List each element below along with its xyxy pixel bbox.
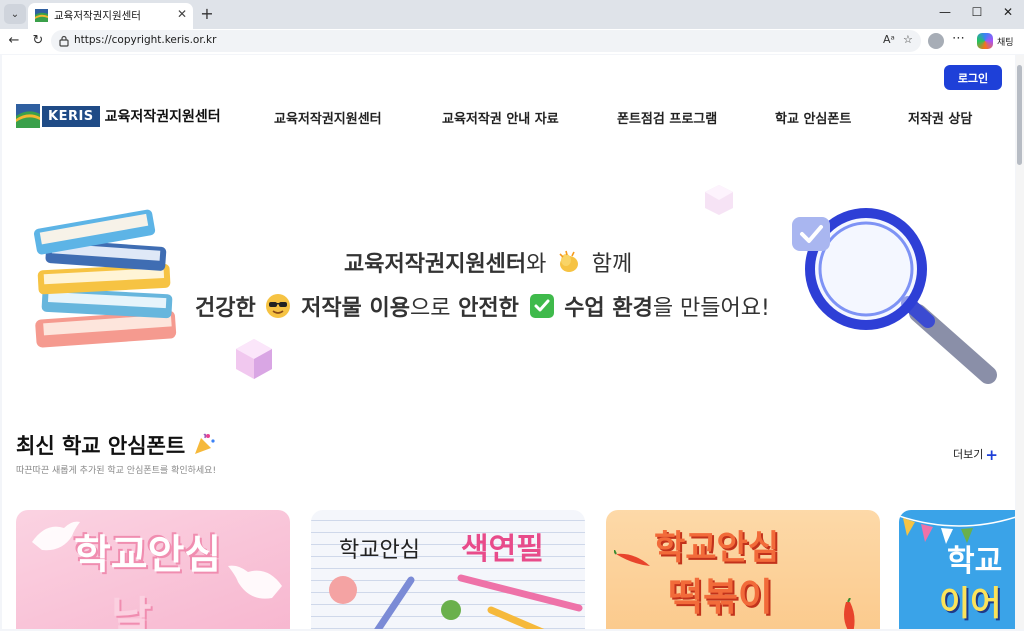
- clapping-hands-icon: [559, 250, 579, 272]
- profile-avatar-icon[interactable]: [928, 33, 944, 49]
- hero-safe: 안전한: [458, 296, 519, 321]
- nav-item-consult[interactable]: 저작권 상담: [908, 108, 972, 127]
- browser-toolbar: ← ↻ https://copyright.keris.or.kr Aᵃ ☆ ⋯…: [0, 29, 1024, 54]
- site-logo[interactable]: KERIS 교육저작권지원센터: [16, 103, 221, 129]
- chat-label[interactable]: 채팅: [997, 35, 1014, 48]
- tab-strip: ⌄ 교육저작권지원센터 ✕ + — ☐ ✕: [0, 0, 1024, 29]
- plus-icon[interactable]: +: [985, 446, 998, 464]
- hero-with: 와: [526, 252, 547, 277]
- card-1-title: 학교안심: [74, 532, 222, 578]
- nav-item-safe-font[interactable]: 학교 안심폰트: [775, 108, 851, 127]
- crayons-illustration: [329, 574, 583, 629]
- minimize-button[interactable]: —: [935, 5, 955, 19]
- logo-text: 교육저작권지원센터: [104, 109, 221, 125]
- nav-item-center[interactable]: 교육저작권지원센터: [274, 108, 382, 127]
- section-title-text: 최신 학교 안심폰트: [16, 434, 186, 458]
- tab-close-icon[interactable]: ✕: [177, 7, 187, 21]
- tab-title: 교육저작권지원센터: [54, 10, 141, 22]
- maximize-button[interactable]: ☐: [967, 5, 987, 19]
- keris-favicon-icon: [35, 9, 48, 22]
- section-title: 최신 학교 안심폰트: [16, 430, 217, 460]
- chili-pepper-icon: [844, 598, 855, 629]
- nav-item-guide[interactable]: 교육저작권 안내 자료: [442, 108, 559, 127]
- chili-pepper-icon: [614, 550, 650, 566]
- magnifier-illustration: [792, 208, 997, 384]
- address-bar[interactable]: https://copyright.keris.or.kr Aᵃ ☆: [51, 30, 921, 52]
- font-card-4[interactable]: 학교 이어: [899, 510, 1015, 629]
- back-arrow-icon[interactable]: ←: [4, 31, 24, 51]
- scrollbar-thumb[interactable]: [1017, 65, 1022, 165]
- hero-brand: 교육저작권지원센터: [344, 252, 527, 277]
- gem-decoration-icon: [236, 339, 272, 379]
- hero-class-env: 수업 환경: [564, 296, 653, 321]
- dove-illustration: [228, 565, 282, 599]
- hero-line-2: 건강한 저작물 이용으로 안전한 수업 환경을 만들어요!: [195, 290, 770, 322]
- font-card-1[interactable]: 학교안심 날: [16, 510, 290, 629]
- tab-list-chevron-icon[interactable]: ⌄: [4, 4, 26, 24]
- party-popper-icon: [194, 433, 215, 454]
- copilot-icon[interactable]: [977, 33, 993, 49]
- web-page: 로그인 KERIS 교육저작권지원센터 교육저작권지원센터 교육저작권 안내 자…: [2, 55, 1015, 629]
- hero-usage: 저작물 이용: [301, 296, 410, 321]
- logo-abbr: KERIS: [42, 105, 100, 127]
- page-scrollbar[interactable]: [1016, 55, 1024, 629]
- site-info-icon[interactable]: [59, 35, 69, 47]
- url-text[interactable]: https://copyright.keris.or.kr: [74, 34, 216, 46]
- more-link[interactable]: 더보기 +: [953, 446, 998, 464]
- read-aloud-icon[interactable]: Aᵃ: [883, 33, 895, 46]
- card-3-title: 학교안심: [654, 528, 780, 568]
- card-4-sub: 이어: [939, 584, 1002, 624]
- new-tab-button[interactable]: +: [198, 4, 216, 24]
- reload-icon[interactable]: ↻: [28, 31, 48, 51]
- check-mark-button-icon: [529, 294, 554, 318]
- nav-item-font-check[interactable]: 폰트점검 프로그램: [617, 108, 717, 127]
- card-2-title-b: 색연필: [461, 532, 544, 567]
- hero-line-1: 교육저작권지원센터와 함께: [344, 246, 632, 278]
- hero-together: 함께: [591, 252, 633, 277]
- font-card-3[interactable]: 학교안심 떡볶이: [606, 510, 880, 629]
- browser-tab[interactable]: 교육저작권지원센터 ✕: [28, 3, 193, 29]
- hero-make: 을 만들어요!: [652, 296, 770, 321]
- card-4-title: 학교: [947, 544, 1003, 579]
- close-window-button[interactable]: ✕: [998, 5, 1018, 19]
- favorite-star-icon[interactable]: ☆: [903, 33, 913, 46]
- card-3-sub: 떡볶이: [668, 575, 773, 619]
- font-card-2[interactable]: 학교안심 색연필: [311, 510, 585, 629]
- more-label[interactable]: 더보기: [953, 448, 983, 461]
- browser-window: ⌄ 교육저작권지원센터 ✕ + — ☐ ✕ ← ↻ https://copyri…: [0, 0, 1024, 631]
- hero-healthy: 건강한: [195, 296, 256, 321]
- login-button[interactable]: 로그인: [944, 65, 1002, 90]
- more-options-icon[interactable]: ⋯: [952, 31, 965, 46]
- section-subtitle: 따끈따끈 새롭게 추가된 학교 안심폰트를 확인하세요!: [16, 466, 217, 476]
- books-stack-illustration: [33, 209, 177, 348]
- card-2-title-a: 학교안심: [339, 538, 420, 563]
- keris-logo-icon: [16, 104, 40, 128]
- cool-sunglasses-face-icon: [266, 294, 291, 318]
- hero-by: 으로: [409, 296, 451, 321]
- card-1-sub: 날: [111, 593, 152, 629]
- small-gem-icon: [705, 185, 733, 215]
